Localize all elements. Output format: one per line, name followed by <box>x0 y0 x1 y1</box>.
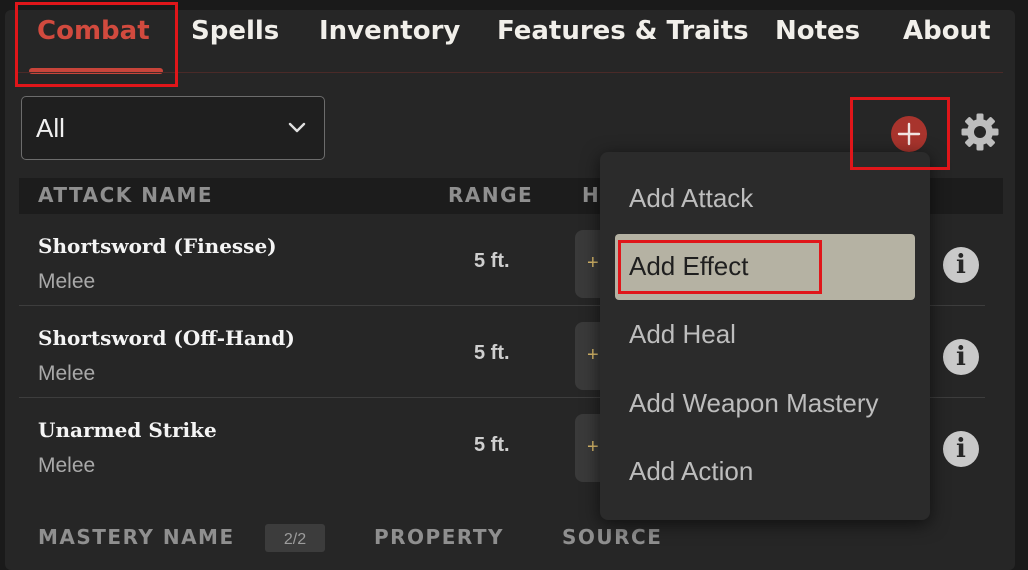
plus-circle-icon <box>897 122 921 146</box>
attack-type: Melee <box>38 454 96 477</box>
attack-type: Melee <box>38 362 96 385</box>
hit-bonus: + <box>587 344 599 366</box>
add-menu-dropdown: Add Attack Add Effect Add Heal Add Weapo… <box>600 152 930 520</box>
filter-select[interactable]: All <box>21 96 325 160</box>
header-attack-name: ATTACK NAME <box>38 183 214 207</box>
menu-item-label: Add Action <box>629 456 754 486</box>
header-range: RANGE <box>448 183 534 207</box>
filter-value: All <box>36 113 65 143</box>
attack-range: 5 ft. <box>474 250 510 272</box>
tab-about[interactable]: About <box>903 16 991 46</box>
attack-range: 5 ft. <box>474 342 510 364</box>
mastery-count-badge: 2/2 <box>265 524 325 552</box>
header-source: SOURCE <box>562 525 663 549</box>
mastery-table-header: MASTERY NAME 2/2 PROPERTY SOURCE <box>19 520 1003 556</box>
add-button[interactable] <box>891 116 927 152</box>
menu-item-label: Add Heal <box>629 319 736 349</box>
menu-item-add-effect[interactable]: Add Effect <box>615 234 915 300</box>
tab-combat[interactable]: Combat <box>37 16 150 46</box>
active-tab-indicator <box>29 68 163 74</box>
tab-inventory[interactable]: Inventory <box>319 16 460 46</box>
attack-name: Shortsword (Finesse) <box>38 234 277 258</box>
tab-notes[interactable]: Notes <box>775 16 860 46</box>
hit-bonus: + <box>587 436 599 458</box>
info-icon[interactable]: i <box>943 247 979 283</box>
attack-name: Shortsword (Off-Hand) <box>38 326 295 350</box>
header-hit: H <box>582 183 601 207</box>
attack-range: 5 ft. <box>474 434 510 456</box>
menu-item-label: Add Attack <box>629 183 754 213</box>
menu-item-add-weapon-mastery[interactable]: Add Weapon Mastery <box>615 371 915 437</box>
chevron-down-icon <box>288 122 306 133</box>
info-icon[interactable]: i <box>943 431 979 467</box>
menu-item-label: Add Effect <box>629 251 749 281</box>
menu-item-add-action[interactable]: Add Action <box>615 439 915 505</box>
tab-features-traits[interactable]: Features & Traits <box>497 16 749 46</box>
tab-spells[interactable]: Spells <box>191 16 279 46</box>
tab-bar: Combat Spells Inventory Features & Trait… <box>5 10 1015 74</box>
gear-icon[interactable] <box>960 112 1000 152</box>
info-icon[interactable]: i <box>943 339 979 375</box>
header-mastery-name: MASTERY NAME <box>38 525 235 549</box>
menu-item-add-attack[interactable]: Add Attack <box>615 166 915 232</box>
menu-item-label: Add Weapon Mastery <box>629 388 879 418</box>
attack-type: Melee <box>38 270 96 293</box>
menu-item-add-heal[interactable]: Add Heal <box>615 302 915 368</box>
hit-bonus: + <box>587 252 599 274</box>
attack-name: Unarmed Strike <box>38 418 217 442</box>
header-property: PROPERTY <box>374 525 505 549</box>
tabs-divider <box>17 72 1003 73</box>
